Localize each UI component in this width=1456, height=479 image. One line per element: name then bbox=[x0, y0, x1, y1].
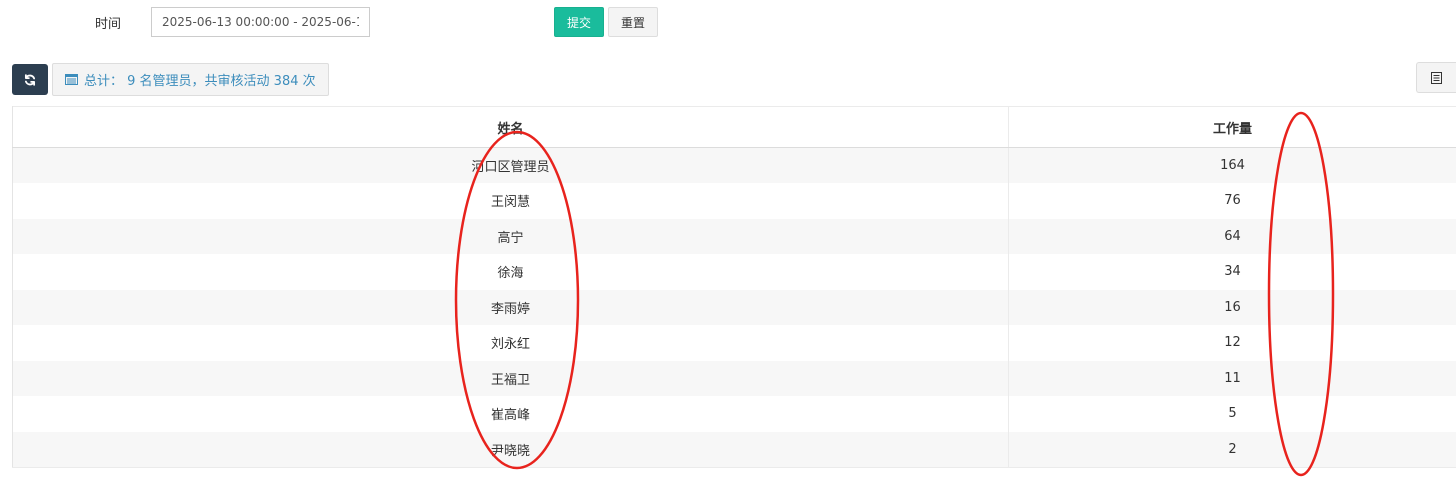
cell-workload: 5 bbox=[1008, 396, 1456, 432]
cell-name: 刘永红 bbox=[12, 325, 1009, 361]
workload-table: 姓名 工作量 河口区管理员 164 王闵慧 76 高宁 64 徐海 34 李雨婷… bbox=[12, 106, 1456, 468]
table-row: 尹晓晓 2 bbox=[12, 431, 1456, 468]
cell-name: 崔高峰 bbox=[12, 396, 1009, 432]
refresh-button[interactable] bbox=[12, 64, 48, 95]
cell-name: 河口区管理员 bbox=[12, 147, 1009, 183]
table-row: 崔高峰 5 bbox=[12, 396, 1456, 432]
columns-toggle-button[interactable] bbox=[1416, 62, 1456, 93]
summary-text: 总计： 9 名管理员，共审核活动 384 次 bbox=[84, 74, 316, 89]
table-row: 徐海 34 bbox=[12, 254, 1456, 290]
cell-name: 李雨婷 bbox=[12, 289, 1009, 325]
table-row: 刘永红 12 bbox=[12, 325, 1456, 361]
table-row: 河口区管理员 164 bbox=[12, 147, 1456, 183]
reset-button[interactable]: 重置 bbox=[608, 7, 658, 37]
refresh-icon bbox=[24, 73, 36, 86]
table-row: 高宁 64 bbox=[12, 218, 1456, 254]
header-workload[interactable]: 工作量 bbox=[1008, 106, 1456, 148]
cell-name: 高宁 bbox=[12, 218, 1009, 254]
table-row: 王闵慧 76 bbox=[12, 183, 1456, 219]
cell-name: 徐海 bbox=[12, 254, 1009, 290]
cell-workload: 164 bbox=[1008, 147, 1456, 183]
cell-name: 王福卫 bbox=[12, 360, 1009, 396]
cell-workload: 64 bbox=[1008, 218, 1456, 254]
cell-workload: 34 bbox=[1008, 254, 1456, 290]
submit-button[interactable]: 提交 bbox=[554, 7, 604, 37]
cell-workload: 11 bbox=[1008, 360, 1456, 396]
list-icon bbox=[1431, 71, 1442, 84]
cell-workload: 12 bbox=[1008, 325, 1456, 361]
date-range-input[interactable] bbox=[151, 7, 370, 37]
cell-name: 王闵慧 bbox=[12, 183, 1009, 219]
table-row: 李雨婷 16 bbox=[12, 289, 1456, 325]
cell-workload: 2 bbox=[1008, 431, 1456, 468]
header-name[interactable]: 姓名 bbox=[12, 106, 1009, 148]
cell-workload: 16 bbox=[1008, 289, 1456, 325]
cell-name: 尹晓晓 bbox=[12, 431, 1009, 468]
table-header-row: 姓名 工作量 bbox=[12, 106, 1456, 148]
table-icon bbox=[65, 74, 78, 85]
time-label: 时间 bbox=[95, 17, 122, 32]
summary-box: 总计： 9 名管理员，共审核活动 384 次 bbox=[52, 63, 329, 96]
table-row: 王福卫 11 bbox=[12, 360, 1456, 396]
cell-workload: 76 bbox=[1008, 183, 1456, 219]
